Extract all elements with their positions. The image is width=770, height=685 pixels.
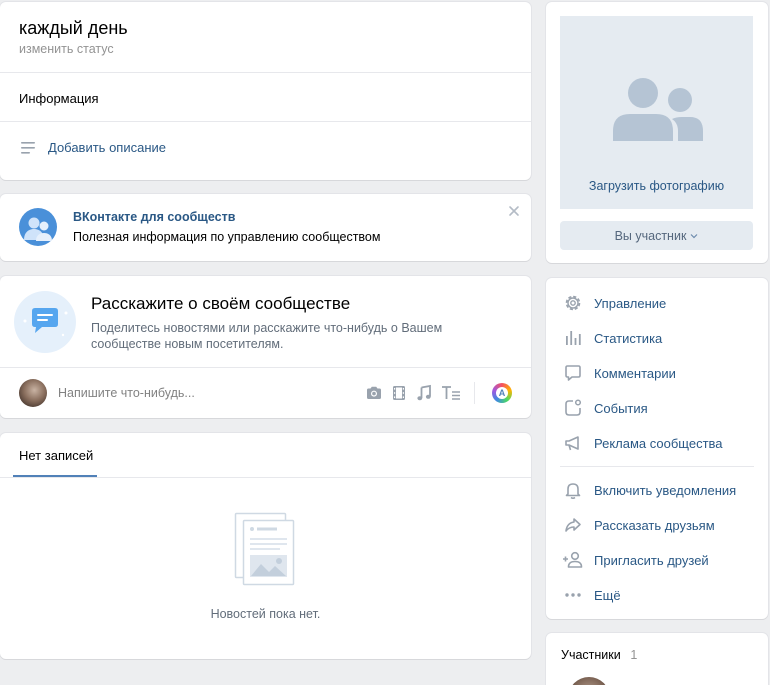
gear-icon [562, 292, 584, 314]
menu-item-label: Статистика [594, 330, 663, 346]
menu-card: Управление Статистика Комментарии Событи… [546, 278, 768, 619]
menu-item-notifications[interactable]: Включить уведомления [562, 478, 736, 502]
menu-item-label: Управление [594, 295, 667, 311]
attach-photo-button[interactable] [365, 384, 383, 402]
promo-avatar [19, 208, 57, 246]
community-icon [19, 208, 57, 246]
empty-message: Новостей пока нет. [210, 607, 321, 621]
info-heading: Информация [19, 91, 99, 106]
tab-label: Нет записей [19, 448, 94, 463]
divider [560, 466, 754, 467]
message-icon [14, 291, 76, 353]
tell-illustration [14, 291, 76, 353]
status-card: каждый день изменить статус Информация Д… [0, 2, 531, 180]
attach-music-button[interactable] [415, 384, 433, 402]
megaphone-icon [562, 432, 584, 454]
art-icon: A [496, 387, 508, 399]
share-icon [562, 514, 584, 536]
list-icon [20, 141, 36, 155]
menu-item-label: Ещё [594, 587, 621, 603]
empty-illustration [234, 512, 296, 586]
attach-video-button[interactable] [391, 384, 407, 402]
text-format-icon [441, 384, 461, 402]
camera-icon [365, 384, 383, 402]
add-description-label: Добавить описание [48, 140, 166, 155]
promo-text: Полезная информация по управлению сообще… [73, 230, 381, 244]
comment-icon [562, 362, 584, 384]
bell-icon [562, 479, 584, 501]
menu-item-label: Пригласить друзей [594, 552, 709, 568]
menu-item-label: Рассказать друзьям [594, 517, 715, 533]
chevron-down-icon [690, 233, 698, 239]
menu-item-events[interactable]: События [562, 396, 648, 420]
upload-photo-area[interactable]: Загрузить фотографию [560, 16, 753, 209]
close-button[interactable] [507, 204, 521, 218]
divider [0, 367, 531, 368]
menu-item-comments[interactable]: Комментарии [562, 361, 676, 385]
members-heading[interactable]: Участники 1 [561, 647, 637, 662]
group-placeholder-icon [610, 76, 706, 142]
member-button[interactable]: Вы участник [560, 221, 753, 250]
divider [0, 477, 531, 478]
menu-item-share[interactable]: Рассказать друзьям [562, 513, 715, 537]
photo-card: Загрузить фотографию Вы участник [546, 2, 768, 263]
change-status-link[interactable]: изменить статус [19, 42, 114, 56]
film-icon [391, 384, 407, 402]
menu-item-more[interactable]: Ещё [562, 583, 621, 607]
menu-item-ads[interactable]: Реклама сообщества [562, 431, 723, 455]
wall-card: Нет записей Новостей пока нет. [0, 433, 531, 659]
member-button-label: Вы участник [614, 228, 687, 243]
menu-item-label: Включить уведомления [594, 482, 737, 498]
composer-avatar [19, 379, 47, 407]
divider [0, 121, 531, 122]
music-note-icon [415, 384, 433, 402]
members-card: Участники 1 [546, 633, 768, 685]
tab-no-posts[interactable]: Нет записей [13, 433, 97, 477]
menu-item-label: Реклама сообщества [594, 435, 723, 451]
divider [0, 72, 531, 73]
status-title: каждый день [19, 18, 128, 38]
separator-line [474, 382, 475, 404]
tell-card: Расскажите о своём сообществе Поделитесь… [0, 276, 531, 418]
menu-item-label: События [594, 400, 648, 416]
members-count: 1 [630, 648, 638, 662]
promo-title-link[interactable]: ВКонтакте для сообществ [73, 210, 235, 224]
stats-icon [562, 327, 584, 349]
menu-item-stats[interactable]: Статистика [562, 326, 662, 350]
menu-item-manage[interactable]: Управление [562, 291, 666, 315]
members-label: Участники [561, 648, 621, 662]
composer-input[interactable]: Напишите что-нибудь... [58, 386, 195, 400]
member-avatar[interactable] [568, 677, 610, 685]
menu-item-invite[interactable]: Пригласить друзей [562, 548, 709, 572]
news-empty-icon [234, 512, 296, 586]
tell-text-line2: сообществе новым посетителям. [91, 337, 284, 351]
attach-article-button[interactable] [441, 384, 461, 402]
promo-card: ВКонтакте для сообществ Полезная информа… [0, 194, 531, 261]
menu-item-label: Комментарии [594, 365, 676, 381]
tell-text-line1: Поделитесь новостями или расскажите что-… [91, 321, 443, 335]
close-icon [507, 204, 521, 218]
add-description-button[interactable]: Добавить описание [20, 140, 166, 155]
upload-photo-label: Загрузить фотографию [588, 179, 725, 193]
more-icon [562, 584, 584, 606]
add-user-icon [562, 549, 584, 571]
events-icon [562, 397, 584, 419]
tell-title: Расскажите о своём сообществе [91, 294, 351, 313]
vk-art-button[interactable]: A [492, 383, 512, 403]
